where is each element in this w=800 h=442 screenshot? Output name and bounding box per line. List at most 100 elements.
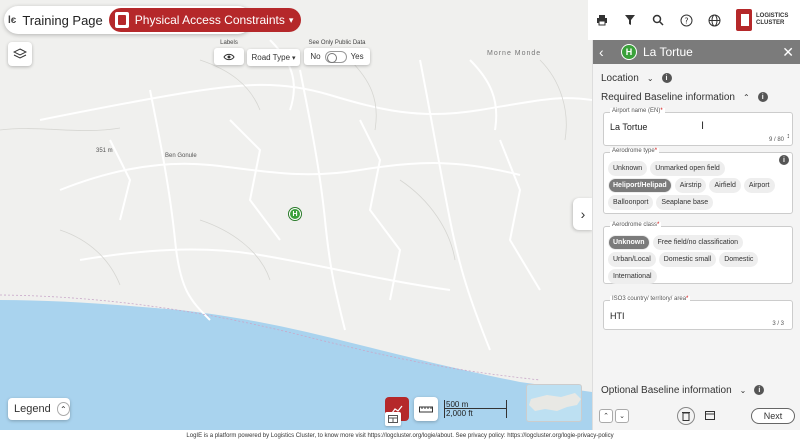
info-icon[interactable]: i [757, 92, 768, 102]
aerodrome-class-chip[interactable]: Free field/no classification [652, 235, 744, 250]
iso3-count: 3 / 3 [772, 321, 784, 327]
chevron-up-icon: ⌃ [56, 402, 70, 416]
trash-icon [682, 412, 690, 421]
chevron-up-icon[interactable]: ⌃ [743, 93, 750, 102]
panel-title: La Tortue [643, 45, 693, 59]
next-item-button[interactable]: ⌄ [615, 409, 629, 423]
page-title: Training Page [22, 12, 103, 28]
aerodrome-class-chip[interactable]: International [608, 269, 657, 284]
help-button[interactable]: ? [672, 6, 700, 34]
heliport-marker[interactable]: H [289, 208, 301, 220]
toggle-yes-label: Yes [350, 52, 364, 61]
aerodrome-type-chip[interactable]: Unmarked open field [650, 161, 725, 176]
scale-bar: 500 m 2,000 ft [444, 400, 522, 420]
aerodrome-class-chip[interactable]: Unknown [608, 235, 650, 250]
aerodrome-type-chip[interactable]: Balloonport [608, 195, 654, 210]
table-button[interactable] [385, 412, 401, 426]
labels-caption: Labels [220, 40, 238, 46]
measure-button[interactable] [414, 397, 438, 421]
chevron-down-icon[interactable]: ⌄ [647, 74, 654, 83]
app-logo[interactable]: lє [8, 10, 16, 30]
back-icon[interactable]: ‹ [599, 44, 615, 60]
theme-selector[interactable]: Physical Access Constraints ▾ [108, 8, 302, 32]
layers-icon [13, 48, 27, 59]
public-data-toggle[interactable]: No Yes [304, 48, 370, 65]
toggle-switch[interactable] [324, 50, 347, 63]
aerodrome-type-field: Aerodrome type* i Unknown Unmarked open f… [603, 148, 793, 214]
table-icon [388, 415, 398, 423]
labels-toggle-button[interactable] [214, 48, 244, 65]
search-button[interactable] [644, 6, 672, 34]
previous-button[interactable]: ⌃ [599, 409, 613, 423]
info-icon[interactable]: i [754, 385, 765, 395]
legend-label: Legend [14, 403, 51, 415]
language-button[interactable] [700, 6, 728, 34]
airport-name-label: Airport name (EN) [612, 108, 661, 114]
map-canvas[interactable]: lє Training Page Physical Access Constra… [0, 0, 592, 430]
road-type-select[interactable]: Road Type ▾ [247, 49, 300, 66]
scale-metric: 500 m [446, 400, 469, 409]
aerodrome-type-chip[interactable]: Airstrip [674, 178, 707, 193]
optional-label: Optional Baseline information [601, 384, 732, 396]
info-icon[interactable]: i [661, 73, 672, 83]
aerodrome-type-chip[interactable]: Unknown [608, 161, 648, 176]
location-section[interactable]: Location ⌄ i [593, 70, 800, 86]
iso3-input[interactable]: HTI [610, 311, 625, 321]
aerodrome-type-chip[interactable]: Airport [743, 178, 775, 193]
aerodrome-class-chip[interactable]: Urban/Local [608, 252, 656, 267]
panel-footer: ⌃ ⌄ Next [593, 402, 800, 430]
aerodrome-class-chip[interactable]: Domestic [719, 252, 759, 267]
eye-icon [223, 53, 235, 60]
legend-button[interactable]: Legend ⌃ [8, 398, 70, 420]
chevron-down-icon: ▾ [288, 14, 294, 25]
iso3-label: ISO3 country/ territory/ area [612, 296, 687, 302]
aerodrome-type-chip[interactable]: Heliport/Helipad [608, 178, 672, 193]
aerodrome-type-chip[interactable]: Seaplane base [656, 195, 714, 210]
app-bar: lє Training Page Physical Access Constra… [4, 6, 302, 34]
text-cursor-icon: I [701, 120, 705, 132]
layers-button[interactable] [8, 42, 32, 66]
airport-name-field[interactable]: Airport name (EN)* La Tortue I ↕ 9 / 80 [603, 108, 793, 146]
delete-button[interactable] [677, 407, 695, 425]
calendar-icon [705, 410, 715, 420]
public-data-caption: See Only Public Data [308, 40, 366, 46]
chevron-up-icon: ⌃ [603, 413, 609, 420]
page-footer: LogIE is a platform powered by Logistics… [0, 430, 800, 442]
overview-minimap[interactable] [526, 384, 582, 422]
feature-panel: ‹ H La Tortue ✕ Location ⌄ i Required Ba… [592, 40, 800, 430]
aerodrome-class-chip[interactable]: Domestic small [658, 252, 717, 267]
iso3-field[interactable]: ISO3 country/ territory/ area* HTI 3 / 3 [603, 296, 793, 330]
logistics-cluster-logo: LOGISTICS CLUSTER [736, 9, 789, 31]
brand-mark [736, 9, 752, 31]
airport-name-input[interactable]: La Tortue [610, 122, 647, 132]
heliport-icon: H [621, 44, 637, 60]
calendar-button[interactable] [705, 410, 715, 423]
place-label-large: Morne Monde [487, 50, 542, 57]
chevron-down-icon[interactable]: ⌄ [740, 386, 747, 395]
required-section-header[interactable]: Required Baseline information ⌃ i [593, 89, 800, 105]
aerodrome-class-field: Aerodrome class* Unknown Free field/no cl… [603, 222, 793, 284]
aerodrome-type-chip[interactable]: Airfield [709, 178, 741, 193]
top-right-toolbar: ? LOGISTICS CLUSTER [588, 0, 800, 40]
ruler-icon [419, 406, 433, 413]
optional-section-header[interactable]: Optional Baseline information ⌄ i [593, 382, 800, 398]
brand-line-1: LOGISTICS [756, 13, 789, 19]
chevron-down-icon: ⌄ [619, 413, 625, 420]
print-button[interactable] [588, 6, 616, 34]
filter-button[interactable] [616, 6, 644, 34]
theme-label: Physical Access Constraints [134, 13, 285, 27]
road-type-control: Road Type ▾ [247, 49, 300, 66]
search-icon [652, 14, 664, 26]
location-label: Location [601, 72, 639, 84]
expand-panel-button[interactable]: › [573, 198, 592, 230]
public-data-control: See Only Public Data No Yes [304, 40, 370, 65]
required-label: Required Baseline information [601, 91, 735, 103]
minimap-land [529, 393, 581, 411]
resize-arrows-icon[interactable]: ↕ [787, 133, 791, 140]
chevron-right-icon: › [580, 206, 586, 222]
globe-icon [708, 14, 720, 26]
print-icon [597, 15, 607, 26]
close-icon[interactable]: ✕ [782, 44, 794, 61]
next-button[interactable]: Next [751, 408, 795, 424]
elevation-label: 351 m [96, 148, 113, 154]
